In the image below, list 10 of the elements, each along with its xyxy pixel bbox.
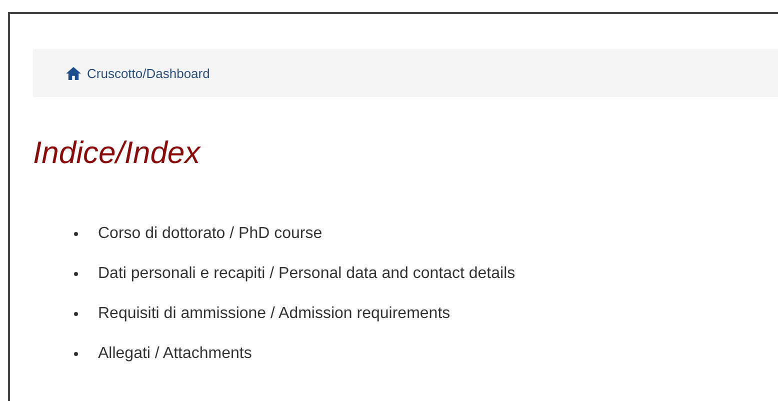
index-link[interactable]: Dati personali e recapiti / Personal data and contact details [98, 265, 516, 283]
bullet-icon [74, 352, 78, 356]
bullet-icon [74, 232, 78, 236]
bullet-icon [74, 312, 78, 316]
bullet-icon [74, 272, 78, 276]
index-link[interactable]: Corso di dottorato / PhD course [98, 225, 322, 243]
index-link[interactable]: Allegati / Attachments [98, 345, 252, 363]
index-link[interactable]: Requisiti di ammissione / Admission requirements [98, 305, 450, 323]
home-icon [66, 66, 81, 80]
page-title: Indice/Index [33, 135, 202, 171]
